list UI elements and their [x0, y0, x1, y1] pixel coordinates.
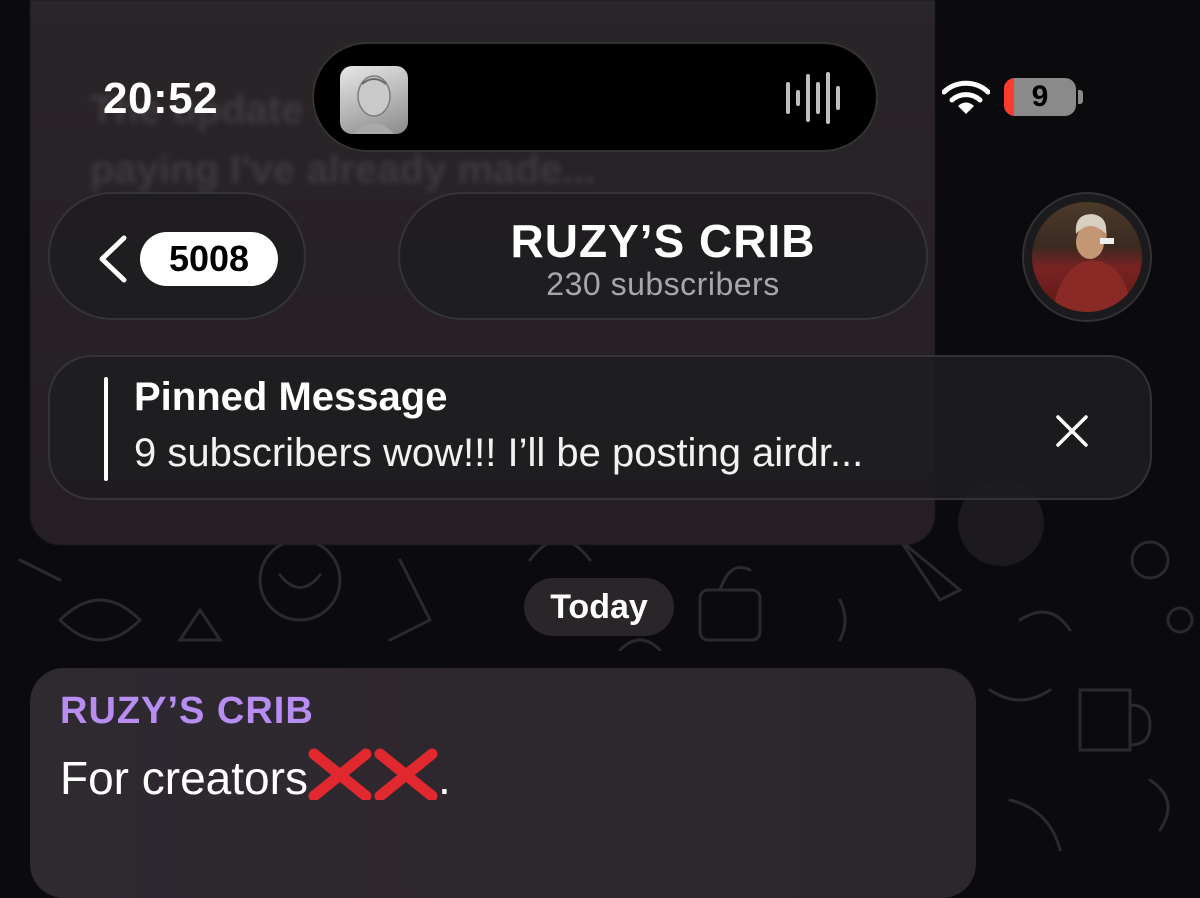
message-text-before: For creators [60, 752, 308, 804]
channel-avatar-button[interactable] [1022, 192, 1152, 322]
audio-waveform-icon [786, 72, 840, 124]
pinned-indicator [104, 377, 108, 481]
pinned-title: Pinned Message [134, 375, 448, 419]
message-text: For creators . [60, 748, 451, 805]
close-icon[interactable] [1054, 413, 1090, 449]
chat-title-button[interactable]: RUZY’S CRIB 230 subscribers [398, 192, 928, 320]
pinned-text: 9 subscribers wow!!! I’ll be posting air… [134, 431, 864, 475]
now-playing-thumbnail [340, 66, 408, 134]
unread-count-badge: 5008 [140, 232, 278, 286]
message-text-after: . [437, 752, 451, 804]
chat-subtitle: 230 subscribers [546, 266, 780, 302]
avatar [1032, 202, 1142, 312]
back-button[interactable]: 5008 [48, 192, 306, 320]
message-bubble[interactable]: RUZY’S CRIB For creators . [30, 668, 976, 898]
pinned-message-bar[interactable]: Pinned Message 9 subscribers wow!!! I’ll… [48, 355, 1152, 500]
wifi-icon [942, 80, 990, 114]
chevron-left-icon [99, 235, 127, 283]
cross-mark-icon [308, 748, 438, 800]
date-separator: Today [524, 578, 674, 636]
dynamic-island[interactable] [312, 42, 878, 152]
chat-title: RUZY’S CRIB [510, 215, 816, 267]
battery-level-text: 9 [1031, 80, 1049, 113]
status-time: 20:52 [103, 74, 219, 123]
battery-icon: 9 [1004, 78, 1076, 116]
message-author: RUZY’S CRIB [60, 690, 314, 732]
battery-tip [1078, 90, 1083, 104]
